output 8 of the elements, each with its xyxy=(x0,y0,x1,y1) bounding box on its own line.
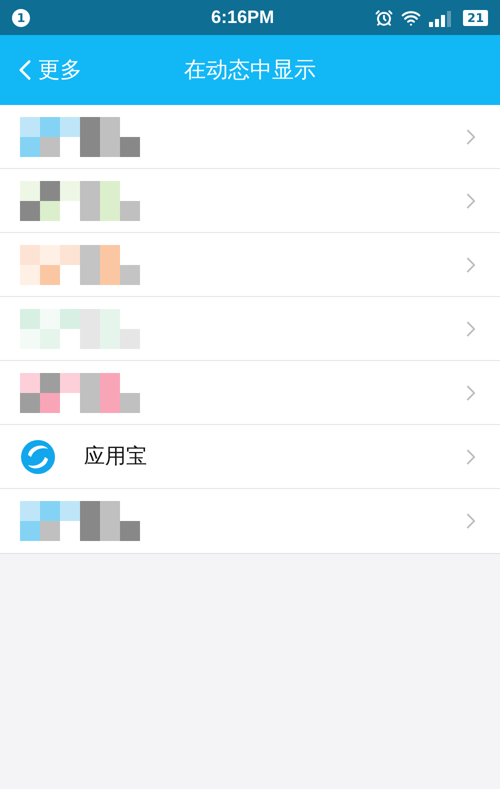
app-icon xyxy=(20,438,56,474)
alarm-icon xyxy=(375,8,394,26)
item-label: 应用宝 xyxy=(84,442,147,470)
list-item[interactable]: 应用宝 xyxy=(0,425,500,489)
battery-level: 21 xyxy=(463,10,488,26)
status-time: 6:16PM xyxy=(211,6,274,29)
page-title: 在动态中显示 xyxy=(184,56,316,84)
notification-count: 1 xyxy=(12,8,30,26)
